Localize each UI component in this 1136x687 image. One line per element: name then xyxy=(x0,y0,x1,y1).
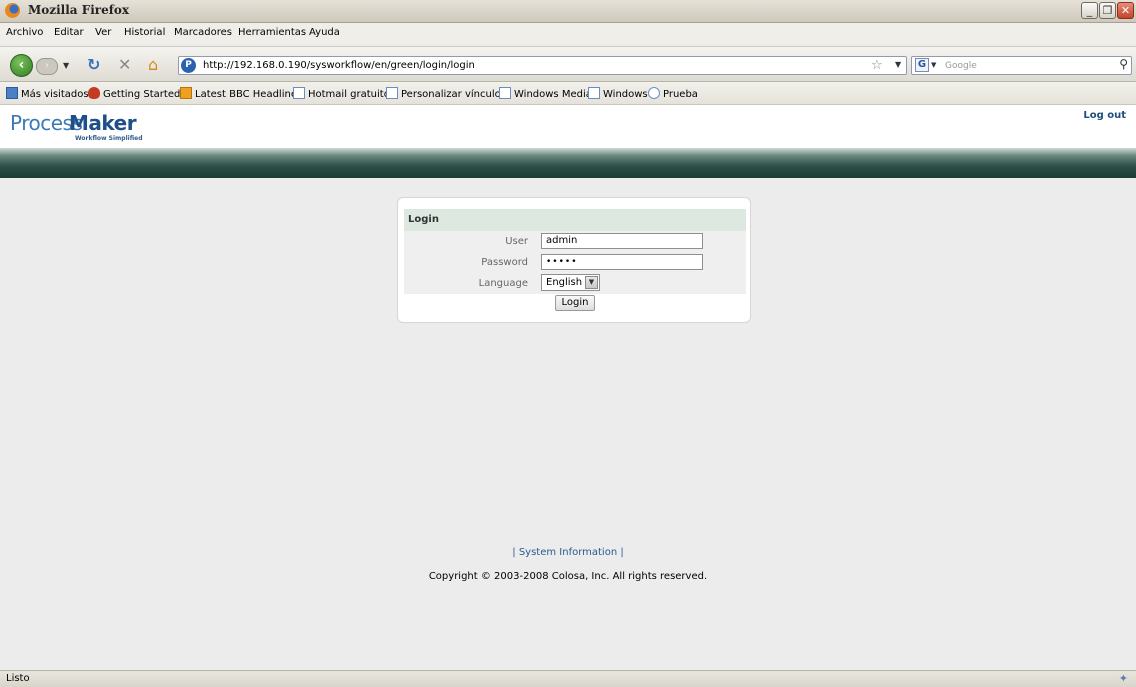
bookmark-prueba[interactable]: Prueba xyxy=(648,87,698,100)
stop-icon[interactable]: ✕ xyxy=(118,56,131,74)
folder-icon xyxy=(6,87,18,99)
bookmark-windows[interactable]: Windows xyxy=(588,87,648,100)
header-banner xyxy=(0,148,1136,178)
logout-link[interactable]: Log out xyxy=(1083,110,1126,121)
language-selected-value: English xyxy=(546,277,583,288)
back-button[interactable]: ‹ xyxy=(10,54,33,77)
url-text[interactable]: http://192.168.0.190/sysworkflow/en/gree… xyxy=(203,60,475,71)
page-icon xyxy=(386,87,398,99)
web-page: Process Maker Workflow Simplified Log ou… xyxy=(0,105,1136,670)
menu-archivo[interactable]: Archivo xyxy=(6,27,43,38)
status-bar: Listo ✦ xyxy=(0,670,1136,687)
page-icon xyxy=(588,87,600,99)
password-label: Password xyxy=(481,257,528,268)
language-label: Language xyxy=(478,278,528,289)
firefox-bookmark-icon xyxy=(88,87,100,99)
bookmark-getting-started[interactable]: Getting Started xyxy=(88,87,180,100)
status-network-icon: ✦ xyxy=(1118,672,1128,685)
bookmark-bbc-headlines[interactable]: Latest BBC Headlines xyxy=(180,87,302,100)
reload-icon[interactable]: ↻ xyxy=(87,56,100,74)
search-engine-dropdown-icon[interactable]: ▼ xyxy=(931,61,936,69)
bookmark-star-icon[interactable]: ☆ xyxy=(871,58,883,73)
bookmark-mas-visitados[interactable]: Más visitados xyxy=(6,87,89,100)
menu-marcadores[interactable]: Marcadores xyxy=(174,27,232,38)
menu-ayuda[interactable]: Ayuda xyxy=(309,27,340,38)
close-window-button[interactable]: ✕ xyxy=(1117,2,1134,19)
login-button[interactable]: Login xyxy=(555,295,595,311)
system-information-link[interactable]: | System Information | xyxy=(0,547,1136,558)
page-icon xyxy=(499,87,511,99)
navigation-toolbar: ‹ › ▼ ↻ ✕ ⌂ P http://192.168.0.190/syswo… xyxy=(0,46,1136,82)
login-panel: Login User admin Password ••••• Language… xyxy=(397,197,751,323)
status-text: Listo xyxy=(6,673,30,684)
search-placeholder: Google xyxy=(945,61,977,71)
url-dropdown-icon[interactable]: ▼ xyxy=(895,60,901,69)
bookmark-personalizar-vinculos[interactable]: Personalizar vínculos xyxy=(386,87,506,100)
password-input[interactable]: ••••• xyxy=(541,254,703,270)
page-header: Process Maker Workflow Simplified Log ou… xyxy=(0,105,1136,148)
user-label: User xyxy=(505,236,528,247)
logo-text-maker: Maker xyxy=(69,111,137,135)
bookmark-hotmail[interactable]: Hotmail gratuito xyxy=(293,87,390,100)
rss-feed-icon xyxy=(180,87,192,99)
login-title: Login xyxy=(408,214,439,225)
menu-editar[interactable]: Editar xyxy=(54,27,84,38)
copyright-text: Copyright © 2003-2008 Colosa, Inc. All r… xyxy=(428,571,708,582)
menu-bar: Archivo Editar Ver Historial Marcadores … xyxy=(0,23,1136,43)
history-dropdown-icon[interactable]: ▼ xyxy=(63,61,69,70)
page-icon xyxy=(293,87,305,99)
address-bar[interactable]: P http://192.168.0.190/sysworkflow/en/gr… xyxy=(178,56,907,75)
menu-ver[interactable]: Ver xyxy=(95,27,111,38)
menu-herramientas[interactable]: Herramientas xyxy=(238,27,306,38)
forward-button[interactable]: › xyxy=(36,58,58,75)
login-title-bar: Login xyxy=(404,209,746,231)
search-engine-icon[interactable]: G xyxy=(915,58,929,72)
minimize-button[interactable]: _ xyxy=(1081,2,1098,19)
home-icon[interactable]: ⌂ xyxy=(148,56,158,74)
chat-bubble-icon xyxy=(648,87,660,99)
bookmark-windows-media[interactable]: Windows Media xyxy=(499,87,592,100)
maximize-button[interactable]: ❐ xyxy=(1099,2,1116,19)
window-titlebar: Mozilla Firefox _ ❐ ✕ xyxy=(0,0,1136,23)
search-magnifier-icon[interactable]: ⚲ xyxy=(1119,57,1128,71)
chevron-down-icon[interactable]: ▼ xyxy=(585,276,598,289)
language-select[interactable]: English ▼ xyxy=(541,274,600,291)
search-box[interactable]: G ▼ Google ⚲ xyxy=(911,56,1132,75)
firefox-logo-icon xyxy=(5,3,20,18)
logo-tagline: Workflow Simplified xyxy=(75,135,143,142)
menu-historial[interactable]: Historial xyxy=(124,27,165,38)
bookmarks-toolbar: Más visitados Getting Started Latest BBC… xyxy=(0,82,1136,105)
window-title: Mozilla Firefox xyxy=(28,3,130,17)
user-input[interactable]: admin xyxy=(541,233,703,249)
site-identity-icon[interactable]: P xyxy=(181,58,196,73)
